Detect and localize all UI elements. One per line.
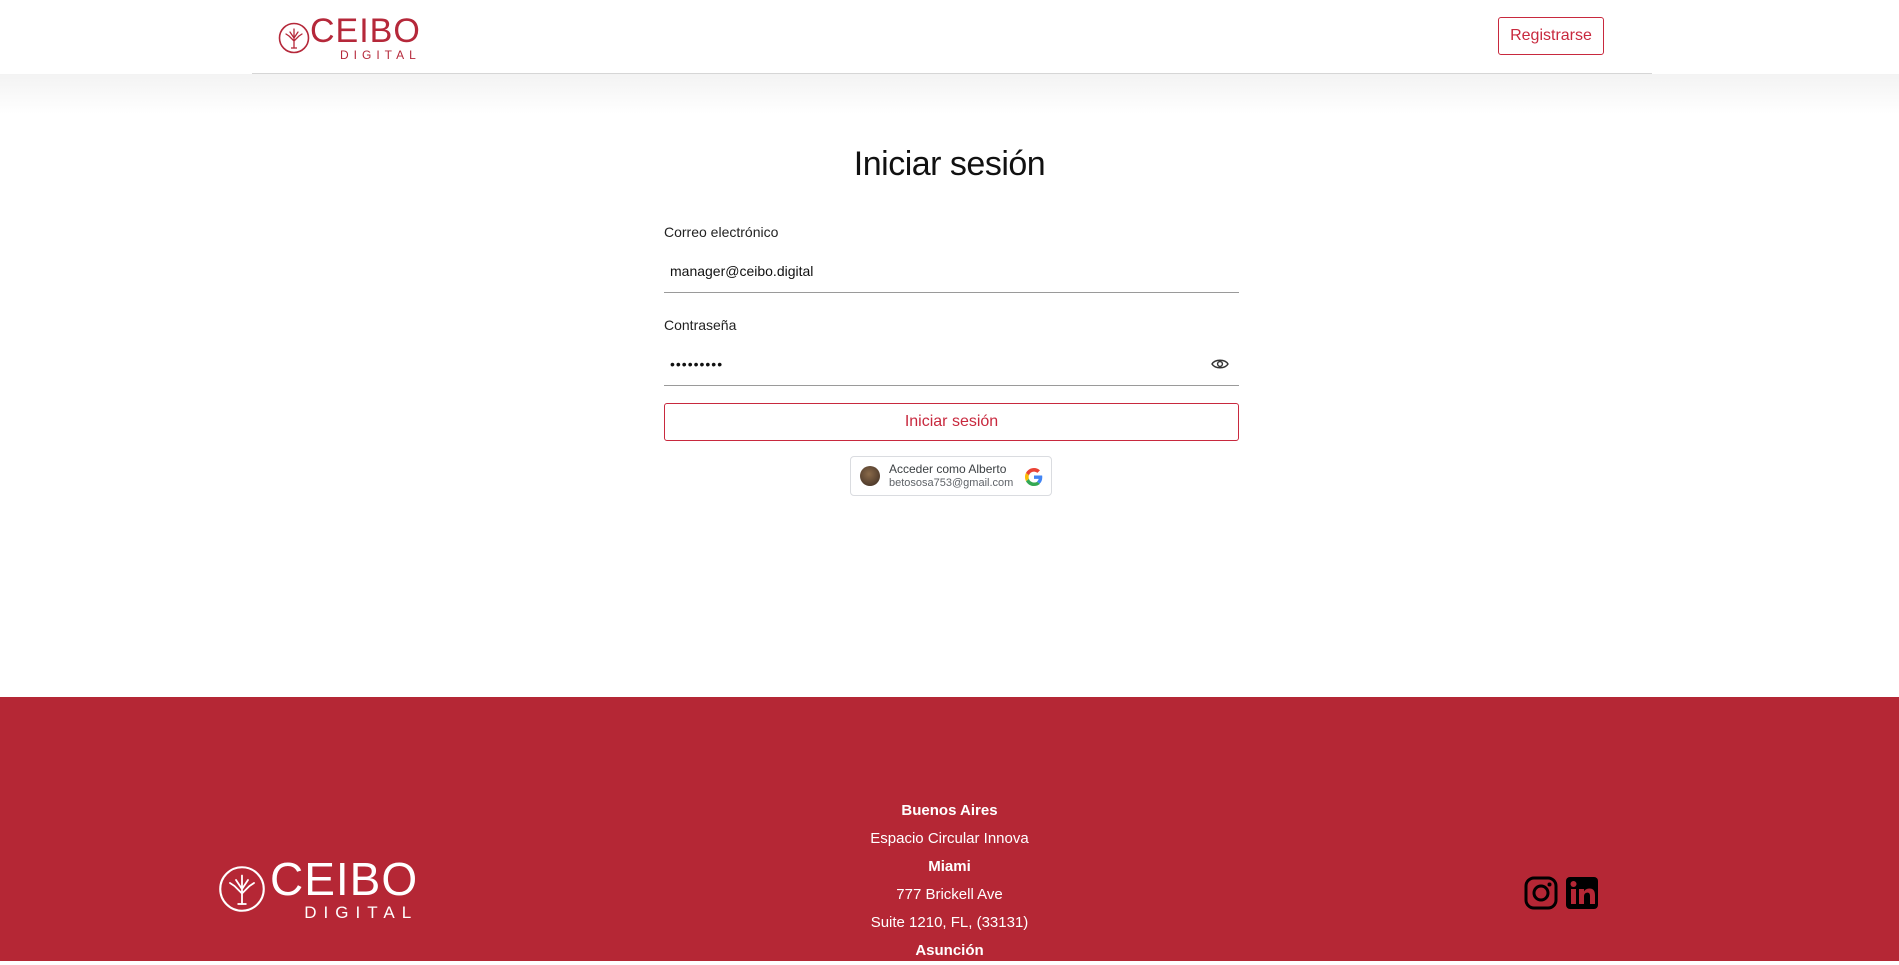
logo-subword: DIGITAL	[340, 48, 421, 62]
address-line: Espacio Circular Innova	[870, 830, 1029, 847]
email-label: Correo electrónico	[664, 224, 779, 240]
eye-icon[interactable]	[1211, 357, 1229, 371]
google-account-name: Acceder como Alberto	[889, 462, 1007, 477]
login-button[interactable]: Iniciar sesión	[664, 403, 1239, 441]
address-city: Miami	[928, 858, 971, 875]
instagram-icon[interactable]	[1524, 876, 1558, 910]
address-city: Buenos Aires	[901, 802, 998, 819]
address-line: Suite 1210, FL, (33131)	[870, 914, 1029, 931]
password-label: Contraseña	[664, 317, 737, 333]
logo-word: CEIBO	[310, 12, 421, 50]
site-header: CEIBO DIGITAL Registrarse	[0, 0, 1899, 74]
header-bar	[252, 0, 1652, 74]
login-form: Correo electrónico Contraseña Iniciar se…	[664, 224, 1239, 441]
header-logo[interactable]: CEIBO DIGITAL	[278, 14, 421, 61]
address-line: 777 Brickell Ave	[896, 886, 1003, 903]
linkedin-icon[interactable]	[1565, 876, 1599, 910]
password-field[interactable]	[664, 345, 1239, 383]
google-account-email: betososa753@gmail.com	[889, 476, 1014, 489]
page-title: Iniciar sesión	[853, 144, 1046, 183]
email-field[interactable]	[664, 252, 1239, 290]
logo-text: CEIBO DIGITAL	[310, 14, 421, 61]
register-button[interactable]: Registrarse	[1498, 17, 1604, 55]
password-field-wrap	[664, 345, 1239, 386]
avatar	[860, 466, 880, 486]
ceibo-tree-icon	[278, 22, 310, 53]
social-links	[1524, 876, 1599, 910]
footer-addresses: Buenos Aires Espacio Circular Innova Mia…	[0, 797, 1899, 965]
google-g-icon	[1025, 468, 1043, 486]
email-field-wrap	[664, 252, 1239, 293]
header-shadow	[0, 74, 1899, 114]
google-account-text: Acceder como Alberto betososa753@gmail.c…	[889, 462, 1014, 489]
google-signin-button[interactable]: Acceder como Alberto betososa753@gmail.c…	[850, 456, 1052, 496]
